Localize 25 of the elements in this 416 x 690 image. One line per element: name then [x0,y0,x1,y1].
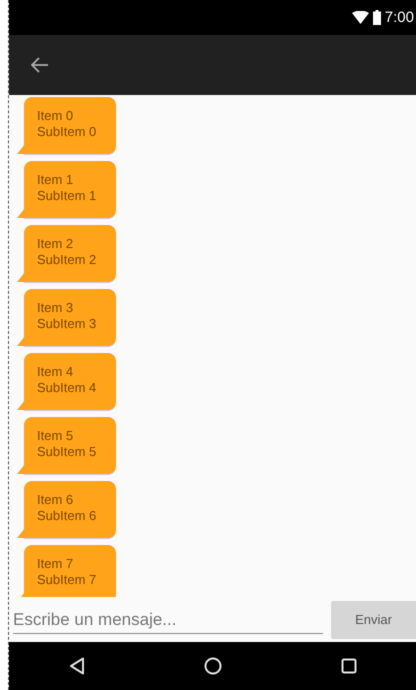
item-title: Item 7 [37,556,74,572]
home-circle-icon[interactable] [204,657,222,675]
item-subtitle: SubItem 5 [37,444,98,460]
square-icon[interactable] [340,658,356,674]
back-arrow-icon[interactable] [31,57,49,73]
back-triangle-icon[interactable] [68,657,84,675]
item-subtitle: SubItem 2 [37,252,98,268]
item-title: Item 0 [37,108,74,124]
item-subtitle: SubItem 0 [37,124,98,140]
item-subtitle: SubItem 7 [37,572,98,588]
item-subtitle: SubItem 1 [37,188,98,204]
item-subtitle: SubItem 3 [37,316,98,332]
send-button[interactable]: Enviar [331,600,416,638]
status-time: 7:00 [384,9,414,26]
message-input-field[interactable]: Escribe un mensaje... [13,606,323,634]
item-title: Item 4 [37,364,74,380]
wifi-icon [352,11,369,24]
item-title: Item 2 [37,236,74,252]
item-title: Item 3 [37,300,74,316]
item-title: Item 1 [37,172,74,188]
item-title: Item 5 [37,428,74,444]
item-subtitle: SubItem 6 [37,508,98,524]
item-subtitle: SubItem 4 [37,380,98,396]
item-title: Item 6 [37,492,74,508]
battery-icon [372,10,381,25]
